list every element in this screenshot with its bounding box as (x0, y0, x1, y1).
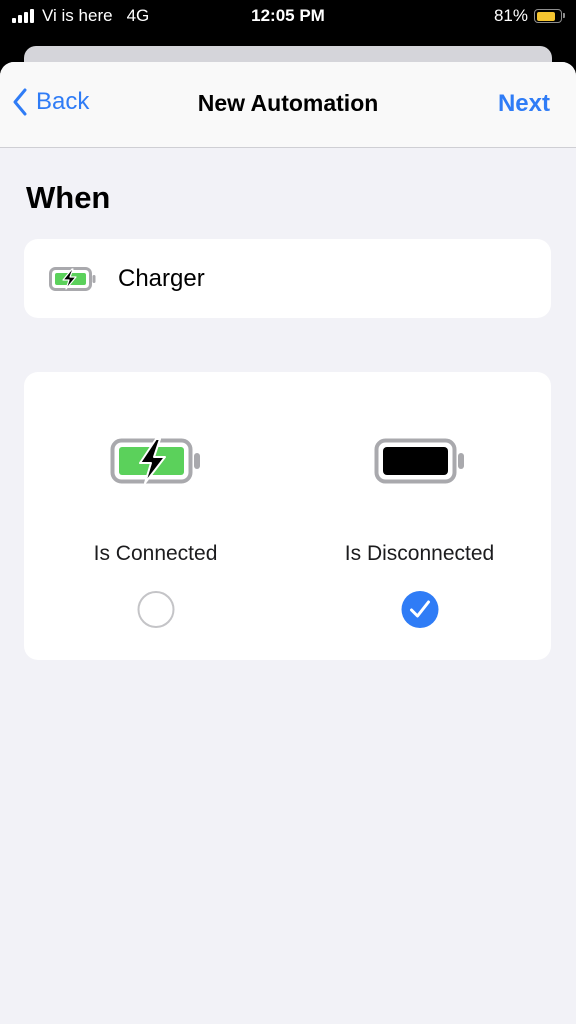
battery-percent: 81% (493, 6, 528, 25)
status-time: 12:05 PM (251, 6, 325, 25)
option-label: Is Connected (93, 542, 218, 565)
section-title: When (26, 180, 111, 215)
option-is-disconnected[interactable]: Is Disconnected (288, 372, 551, 660)
option-label: Is Disconnected (344, 542, 495, 565)
trigger-label: Charger (118, 265, 205, 292)
options-card: Is Connected Is Disconnected (24, 372, 551, 660)
status-bar: Vi is here 4G 12:05 PM 81% (0, 0, 576, 34)
checkmark-icon (409, 600, 430, 618)
charging-battery-icon (110, 438, 202, 489)
page-title: New Automation (197, 90, 379, 116)
radio-unselected[interactable] (137, 591, 174, 628)
charging-battery-icon (49, 267, 97, 296)
next-button[interactable]: Next (498, 90, 550, 118)
option-is-connected[interactable]: Is Connected (24, 372, 287, 660)
radio-selected[interactable] (401, 591, 438, 628)
navigation-bar: Back New Automation Next (0, 62, 576, 148)
battery-icon (534, 9, 565, 23)
status-right: 81% (493, 6, 565, 26)
automation-sheet: Back New Automation Next When Charger Is… (0, 62, 576, 1024)
battery-full-icon (374, 438, 466, 489)
trigger-card[interactable]: Charger (24, 239, 551, 318)
